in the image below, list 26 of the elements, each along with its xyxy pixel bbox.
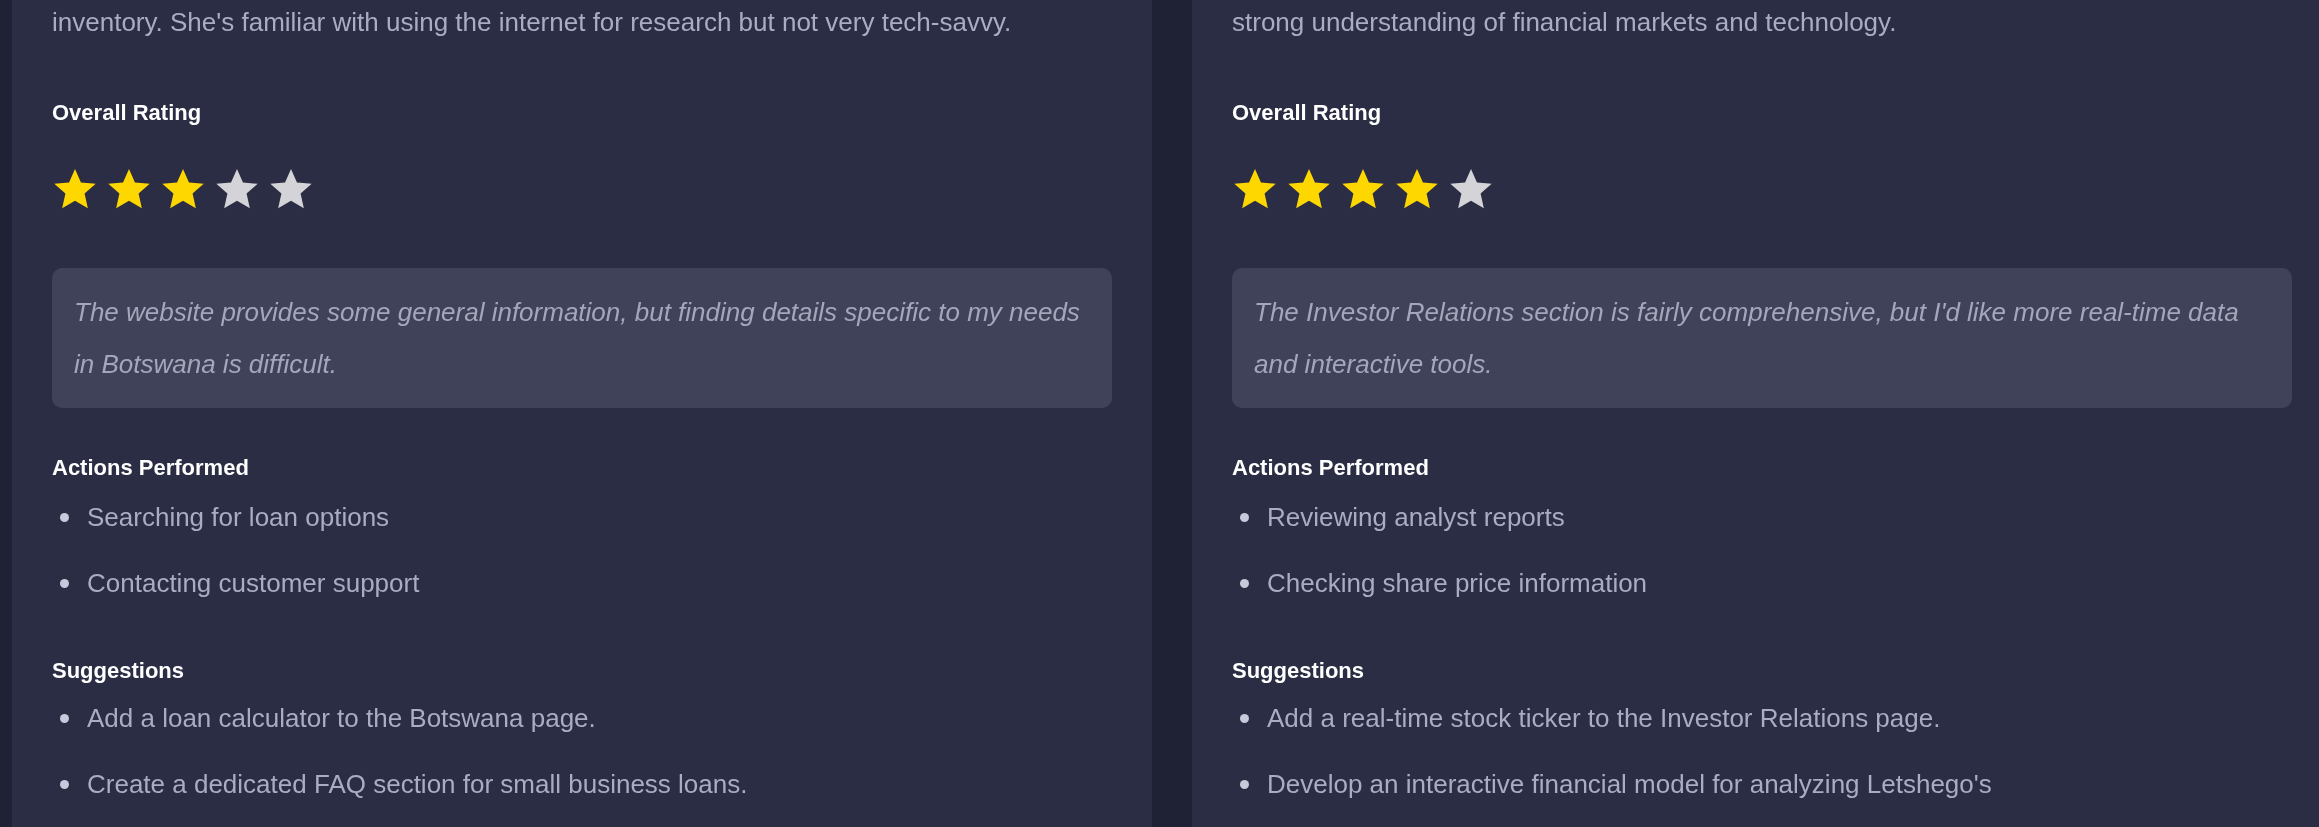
action-item: Checking share price information [1267,567,1648,600]
bullet-icon [1240,779,1249,789]
bullet-icon [60,512,69,522]
section-heading: Actions Performed [1232,454,1430,482]
section-heading: Actions Performed [52,454,250,482]
action-item: Searching for loan options [87,501,390,534]
quote-text: The website provides some general information, but finding details specific to my needs in Botswana is difficult. [74,296,1081,381]
persona-description: strong understanding of financial markets and technology. [1232,6,1898,39]
section-heading: Overall Rating [1232,99,1383,127]
action-item: Reviewing analyst reports [1267,501,1565,534]
bullet-icon [60,578,69,588]
persona-description: inventory. She's familiar with using the internet for research but not very tech-savvy. [52,6,1013,39]
section-heading: Suggestions [52,657,185,685]
suggestion-item: Add a loan calculator to the Botswana page. [87,702,596,735]
action-item: Contacting customer support [87,567,420,600]
bullet-icon [1240,713,1249,723]
bullet-icon [1240,578,1249,588]
section-heading: Overall Rating [52,99,203,127]
suggestion-item: Add a real-time stock ticker to the Investor Relations page. [1267,702,1941,735]
bullet-icon [1240,512,1249,522]
section-heading: Suggestions [1232,657,1365,685]
quote-text: The Investor Relations section is fairly comprehensive, but I'd like more real-time data and interactive tools. [1254,296,2240,381]
suggestion-item: Develop an interactive financial model for analyzing Letshego's [1267,768,1992,801]
suggestion-item: Create a dedicated FAQ section for small business loans. [87,768,748,801]
bullet-icon [60,713,69,723]
bullet-icon [60,779,69,789]
